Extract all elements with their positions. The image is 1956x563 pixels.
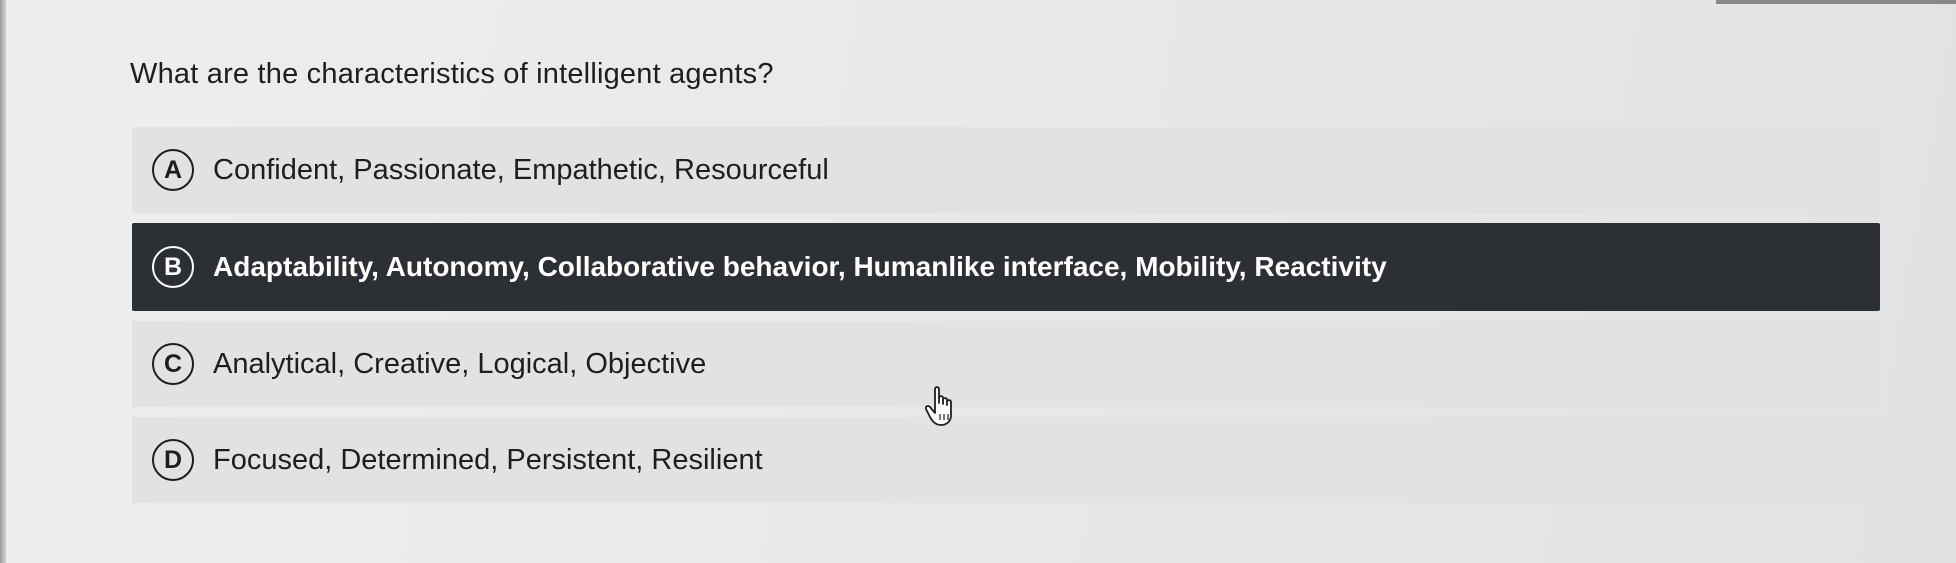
- option-a-letter-badge: A: [152, 149, 194, 191]
- option-b-letter-badge: B: [152, 246, 194, 288]
- option-b[interactable]: B Adaptability, Autonomy, Collaborative …: [132, 223, 1880, 311]
- option-d[interactable]: D Focused, Determined, Persistent, Resil…: [132, 417, 1880, 503]
- screen-edge: [0, 0, 6, 563]
- option-b-label: Adaptability, Autonomy, Collaborative be…: [213, 251, 1387, 282]
- option-a-label: Confident, Passionate, Empathetic, Resou…: [213, 153, 829, 186]
- option-d-label: Focused, Determined, Persistent, Resilie…: [213, 443, 763, 476]
- quiz-screen: What are the characteristics of intellig…: [0, 0, 1956, 563]
- option-c-label: Analytical, Creative, Logical, Objective: [213, 347, 707, 380]
- answer-options: A Confident, Passionate, Empathetic, Res…: [132, 127, 1880, 513]
- option-a[interactable]: A Confident, Passionate, Empathetic, Res…: [132, 127, 1880, 213]
- top-edge-bar: [1716, 0, 1956, 4]
- option-c-letter-badge: C: [152, 343, 194, 385]
- question-text: What are the characteristics of intellig…: [130, 58, 774, 90]
- option-c[interactable]: C Analytical, Creative, Logical, Objecti…: [132, 321, 1880, 407]
- hand-pointer-icon: [925, 386, 952, 426]
- option-d-letter-badge: D: [152, 439, 194, 481]
